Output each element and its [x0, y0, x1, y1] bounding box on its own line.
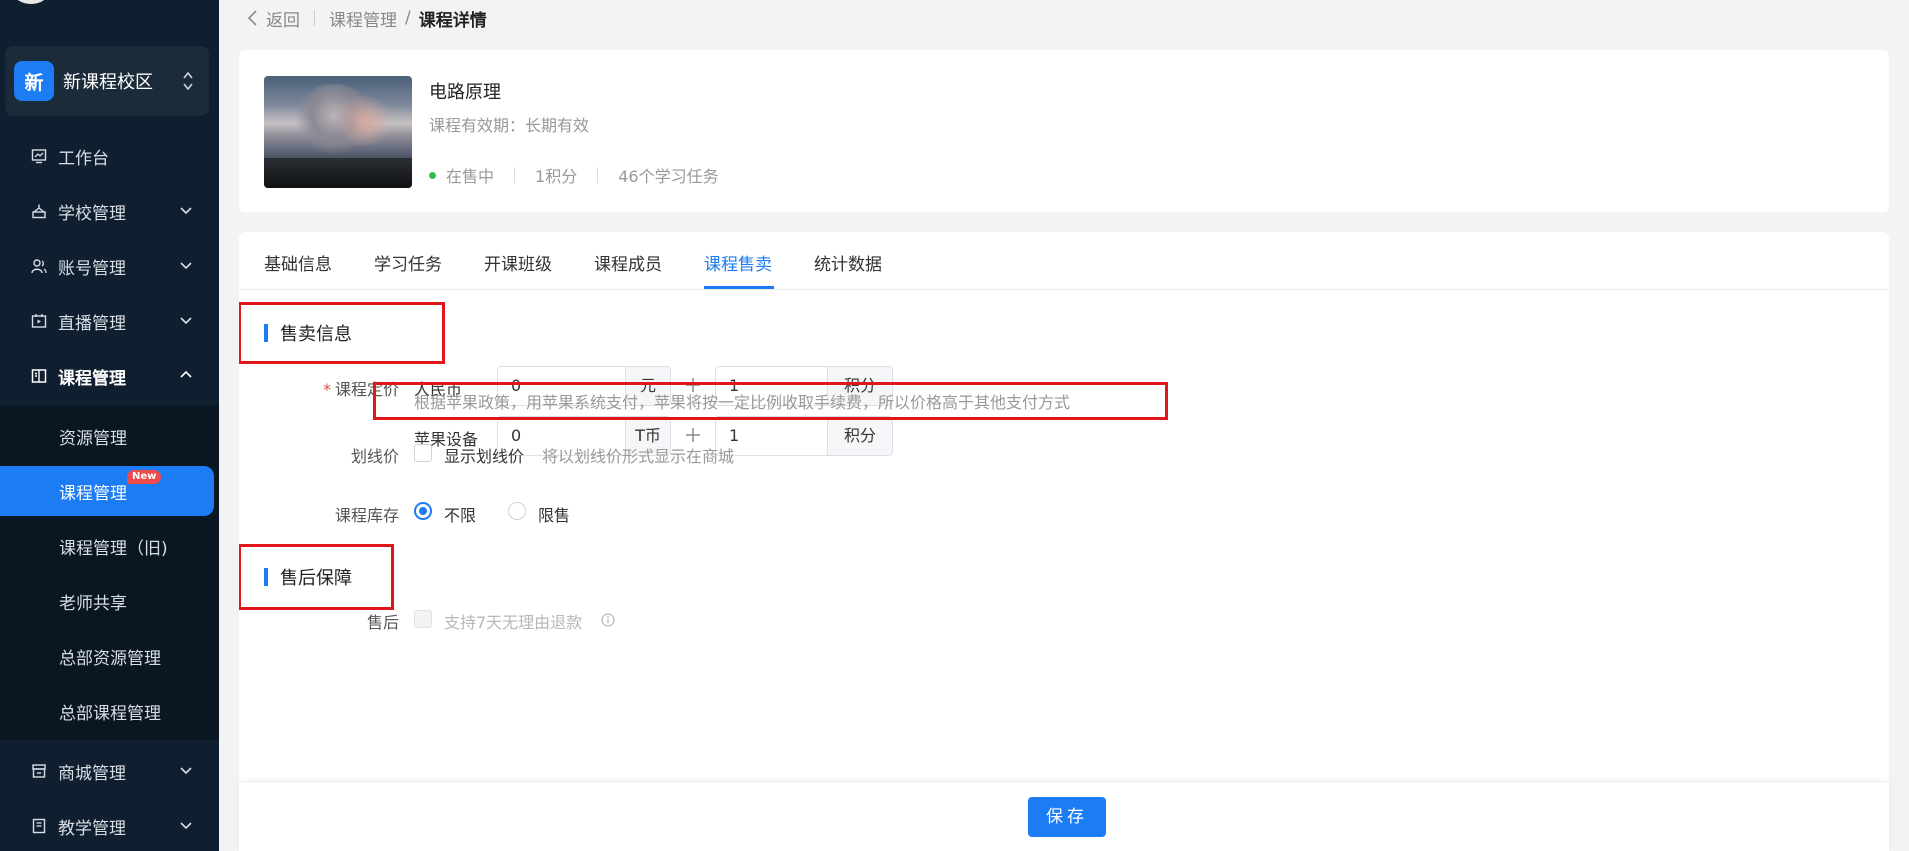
strike-price-checkbox[interactable]: [414, 444, 432, 462]
chevron-down-icon: [180, 207, 192, 215]
tab-course-sales[interactable]: 课程售卖: [704, 250, 772, 275]
chevron-left-icon[interactable]: [246, 9, 260, 27]
back-link[interactable]: 返回: [266, 6, 300, 31]
course-title: 电路原理: [429, 82, 501, 103]
tab-members[interactable]: 课程成员: [594, 250, 662, 275]
points-unit: 积分: [828, 417, 892, 455]
breadcrumb-current: 课程详情: [418, 10, 487, 31]
active-tab-indicator: [704, 286, 774, 289]
course-points: 1积分: [535, 167, 578, 186]
stock-unlimited-label[interactable]: 不限: [444, 502, 476, 526]
users-icon: [30, 257, 48, 275]
tab-statistics[interactable]: 统计数据: [814, 250, 882, 275]
strike-price-hint: 将以划线价形式显示在商城: [542, 447, 735, 466]
refund-checkbox[interactable]: [414, 610, 432, 628]
submenu-label: 老师共享: [59, 593, 127, 614]
section-title-sales: 售卖信息: [264, 320, 352, 346]
section-title-text: 售卖信息: [280, 324, 352, 345]
footer-bar: 保存: [239, 781, 1889, 851]
info-icon[interactable]: [601, 613, 615, 627]
tab-basic-info[interactable]: 基础信息: [264, 250, 332, 275]
submenu-label: 总部课程管理: [59, 703, 161, 724]
submenu-label: 资源管理: [59, 428, 127, 449]
chevron-down-icon: [180, 822, 192, 830]
section-title-text: 售后保障: [280, 568, 352, 589]
divider: [597, 167, 599, 183]
apple-points-input[interactable]: 1 积分: [715, 416, 893, 456]
chevron-up-icon: [180, 370, 192, 378]
submenu-label: 总部资源管理: [59, 648, 161, 669]
course-task-count: 46个学习任务: [618, 167, 719, 186]
menu-item-school[interactable]: 学校管理: [0, 187, 219, 235]
menu-label: 学校管理: [58, 203, 126, 224]
menu-label: 教学管理: [58, 818, 126, 839]
sidebar: 新 新课程校区 工作台 学校管理 账号管理 直播管理 课程管理 资源管理 课程管…: [0, 0, 219, 851]
notebook-icon: [30, 817, 48, 835]
submenu-label: 课程管理（旧): [59, 538, 168, 559]
stock-limited-radio[interactable]: [508, 502, 526, 520]
submenu-item-course-management[interactable]: 课程管理 New: [0, 466, 214, 516]
tab-bar: 基础信息 学习任务 开课班级 课程成员 课程售卖 统计数据: [239, 232, 1889, 290]
course-cover-image: [264, 76, 412, 188]
submenu-item-hq-resources[interactable]: 总部资源管理: [0, 631, 219, 681]
course-status: 在售中: [446, 167, 495, 186]
up-down-icon: [183, 71, 193, 91]
book-icon: [30, 367, 48, 385]
breadcrumb: 返回 课程管理 / 课程详情: [246, 6, 487, 31]
submenu-item-teacher-share[interactable]: 老师共享: [0, 576, 219, 626]
dashboard-icon: [30, 147, 48, 165]
menu-label: 商城管理: [58, 763, 126, 784]
status-dot-icon: [429, 171, 436, 179]
menu-item-account[interactable]: 账号管理: [0, 242, 219, 290]
breadcrumb-parent[interactable]: 课程管理: [329, 6, 397, 31]
menu-label: 工作台: [58, 148, 109, 169]
save-button[interactable]: 保存: [1028, 797, 1106, 837]
course-meta: 在售中 1积分 46个学习任务: [429, 163, 719, 187]
section-bar: [264, 324, 268, 342]
chevron-down-icon: [180, 262, 192, 270]
plus-icon: [686, 428, 700, 442]
section-title-after-sale: 售后保障: [264, 564, 352, 590]
section-bar: [264, 568, 268, 586]
submenu-item-hq-courses[interactable]: 总部课程管理: [0, 686, 219, 736]
stock-unlimited-radio[interactable]: [414, 502, 432, 520]
campus-name: 新课程校区: [63, 72, 153, 93]
store-icon: [30, 762, 48, 780]
required-mark: *: [322, 380, 331, 399]
submenu-item-course-legacy[interactable]: 课程管理（旧): [0, 521, 219, 571]
chevron-down-icon: [180, 317, 192, 325]
menu-item-teaching[interactable]: 教学管理: [0, 802, 219, 850]
tab-classes[interactable]: 开课班级: [484, 250, 552, 275]
strike-price-label: 划线价: [350, 447, 399, 466]
breadcrumb-separator: /: [405, 8, 411, 28]
new-badge: New: [127, 470, 162, 484]
apple-policy-hint: 根据苹果政策，用苹果系统支付，苹果将按一定比例收取手续费，所以价格高于其他支付方…: [414, 393, 1071, 412]
submenu-item-resources[interactable]: 资源管理: [0, 411, 219, 461]
campus-badge: 新: [14, 61, 54, 101]
school-icon: [30, 202, 48, 220]
menu-item-mall[interactable]: 商城管理: [0, 747, 219, 795]
submenu-label: 课程管理: [59, 483, 127, 504]
course-summary-card: 电路原理 课程有效期：长期有效 在售中 1积分 46个学习任务: [239, 50, 1889, 212]
menu-item-live[interactable]: 直播管理: [0, 297, 219, 345]
stock-label: 课程库存: [334, 506, 399, 525]
tab-learning-tasks[interactable]: 学习任务: [374, 250, 442, 275]
strike-price-checkbox-label[interactable]: 显示划线价: [444, 443, 524, 467]
menu-label: 课程管理: [58, 368, 126, 389]
stock-limited-label[interactable]: 限售: [538, 502, 570, 526]
menu-item-workbench[interactable]: 工作台: [0, 132, 219, 180]
divider: [514, 167, 516, 183]
chevron-down-icon: [180, 767, 192, 775]
refund-checkbox-label: 支持7天无理由退款: [444, 613, 583, 632]
menu-item-course[interactable]: 课程管理: [0, 352, 219, 400]
menu-label: 直播管理: [58, 313, 126, 334]
campus-switcher[interactable]: 新 新课程校区: [5, 46, 209, 116]
live-icon: [30, 312, 48, 330]
menu-label: 账号管理: [58, 258, 126, 279]
divider: [314, 10, 315, 26]
course-validity: 课程有效期：长期有效: [429, 116, 590, 135]
after-sale-label: 售后: [366, 613, 399, 632]
course-detail-panel: 基础信息 学习任务 开课班级 课程成员 课程售卖 统计数据 售卖信息 * 课程定价…: [239, 232, 1889, 851]
logo: [14, 0, 48, 4]
